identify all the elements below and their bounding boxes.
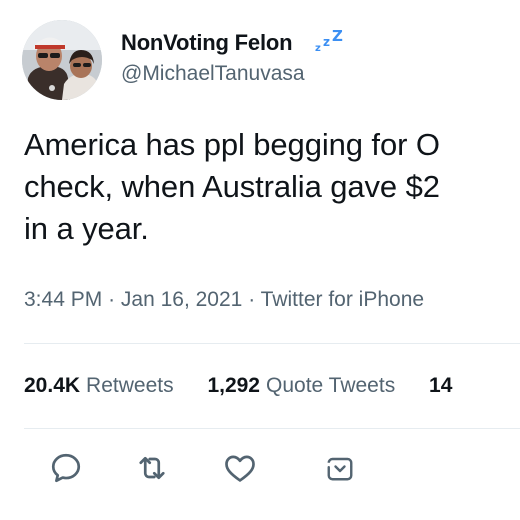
tweet-text-line: America has ppl begging for O — [24, 127, 440, 162]
tweet-text: America has ppl begging for O check, whe… — [24, 124, 520, 250]
retweets-label: Retweets — [86, 374, 174, 397]
tweet-source[interactable]: Twitter for iPhone — [261, 288, 424, 311]
tweet-actions — [0, 450, 520, 490]
tweet-date[interactable]: Jan 16, 2021 — [121, 288, 242, 311]
meta-separator: · — [108, 288, 116, 311]
display-name[interactable]: NonVoting Felon — [121, 30, 293, 56]
tweet-text-line: check, when Australia gave $2 — [24, 169, 440, 204]
retweets-stat[interactable]: 20.4K Retweets — [24, 374, 174, 398]
avatar-photo — [22, 20, 102, 100]
avatar[interactable] — [22, 20, 102, 100]
likes-count: 14 — [429, 374, 453, 397]
tweet-text-line: in a year. — [24, 211, 149, 246]
reply-icon[interactable] — [48, 450, 84, 486]
svg-text:Z: Z — [332, 28, 343, 45]
quote-tweets-label: Quote Tweets — [266, 374, 396, 397]
tweet-meta: 3:44 PM · Jan 16, 2021 · Twitter for iPh… — [24, 288, 424, 312]
retweets-count: 20.4K — [24, 374, 81, 397]
divider — [24, 428, 520, 429]
likes-stat[interactable]: 14 — [429, 374, 458, 398]
like-icon[interactable] — [222, 450, 258, 486]
tweet-stats: 20.4K Retweets 1,292 Quote Tweets 14 — [24, 374, 486, 398]
svg-text:z: z — [315, 43, 321, 54]
tweet-time[interactable]: 3:44 PM — [24, 288, 102, 311]
quote-tweets-count: 1,292 — [207, 374, 260, 397]
tweet-detail: NonVoting Felon z z Z @MichaelTanuvasa A… — [0, 0, 520, 520]
svg-text:z: z — [323, 35, 330, 49]
quote-tweets-stat[interactable]: 1,292 Quote Tweets — [207, 374, 395, 398]
user-handle[interactable]: @MichaelTanuvasa — [121, 62, 305, 86]
divider — [24, 343, 520, 344]
retweet-icon[interactable] — [134, 450, 170, 486]
meta-separator: · — [248, 288, 256, 311]
zzz-sleeping-emoji: z z Z — [315, 28, 343, 54]
share-icon[interactable] — [322, 450, 358, 486]
